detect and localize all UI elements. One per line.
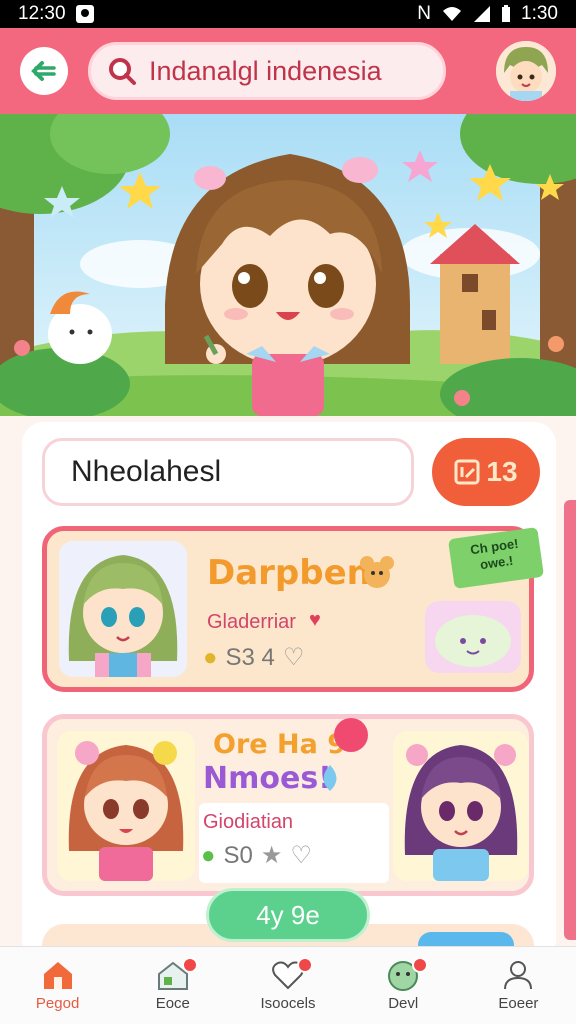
water-drop-icon: [323, 765, 337, 791]
fab-label: 4y 9e: [256, 899, 320, 930]
floating-action-button[interactable]: 4y 9e: [206, 888, 370, 942]
search-input[interactable]: Indanalgl indenesia: [88, 42, 446, 100]
nav-label-pet: Devl: [388, 995, 419, 1012]
back-arrow-icon: [31, 61, 56, 81]
home-icon: [43, 962, 72, 989]
card-2-avatar-right: [393, 731, 529, 881]
card-1-title: Darpben: [207, 553, 371, 593]
app-header: Indanalgl indenesia: [0, 28, 576, 114]
user-avatar[interactable]: [496, 41, 556, 101]
leaf-icon: ●: [203, 643, 218, 671]
card-2-subtitle: Giodiatian: [203, 811, 294, 833]
app-notification-icon: [75, 5, 94, 23]
card-2-title-line2: Nmoes!: [203, 761, 332, 796]
green-hair-character-icon: [68, 555, 178, 677]
hero-scene-image: [0, 114, 576, 416]
card-2-avatar-left: [57, 731, 195, 881]
title-input-value: Nheolahesl: [71, 455, 222, 488]
status-time-right: 1:30: [521, 3, 558, 24]
notification-badge-house: [182, 957, 199, 973]
card-1-stats-text: S3 4: [225, 643, 275, 671]
nav-item-favorites[interactable]: Isoocels: [230, 947, 345, 1024]
profile-icon: [504, 961, 533, 990]
bottom-navigation: Pegod Eoce Isoocels Devl Eoeer: [0, 946, 576, 1024]
signal-icon: [474, 6, 491, 22]
nav-label-house: Eoce: [155, 995, 190, 1012]
hero-illustration: [0, 114, 576, 416]
badge-burst-icon: [334, 718, 368, 752]
cloud-mascot-icon: [435, 615, 511, 667]
nav-item-pet[interactable]: Devl: [346, 947, 461, 1024]
title-input[interactable]: Nheolahesl: [42, 438, 414, 506]
nfc-icon: N: [417, 3, 432, 24]
nav-item-house[interactable]: Eoce: [115, 947, 230, 1024]
card-1-avatar: [59, 541, 187, 677]
card-2-stats: ● S0 ★ ♡: [201, 841, 312, 870]
nav-item-profile[interactable]: Eoeer: [461, 947, 576, 1024]
nav-item-home[interactable]: Pegod: [0, 947, 115, 1024]
card-1-subtitle: Gladerriar: [207, 611, 296, 633]
heart-icon: ♥: [309, 609, 321, 631]
purple-hair-character-icon: [404, 744, 518, 881]
notification-badge-pet: [412, 957, 429, 973]
nav-label-home: Pegod: [35, 995, 80, 1012]
nav-label-profile: Eoeer: [498, 995, 539, 1012]
card-1-cloud: [425, 601, 521, 673]
card-2-stats-text: S0: [223, 841, 253, 869]
like-heart-icon[interactable]: ♡: [283, 643, 305, 672]
document-edit-icon: [454, 459, 480, 485]
status-bar: 12:30 N 1:30: [0, 0, 576, 28]
notification-badge-favorites: [297, 957, 314, 973]
search-icon: [109, 58, 136, 85]
speech-bubble-icon: ●: [201, 841, 216, 869]
character-card-1[interactable]: Darpben Gladerriar ♥ ● S3 4 ♡ Ch poe! ow…: [42, 526, 545, 692]
like-heart-icon-2[interactable]: ♡: [290, 841, 312, 870]
status-time-left: 12:30: [18, 3, 66, 24]
avatar-character-icon: [496, 41, 556, 101]
create-action-button[interactable]: 13: [432, 438, 540, 506]
character-card-2[interactable]: Ore Ha 9 Nmoes! Giodiatian ● S0 ★ ♡: [42, 714, 534, 896]
search-text: Indanalgl indenesia: [149, 55, 382, 86]
battery-icon: [502, 5, 511, 22]
star-icon: ★: [260, 842, 283, 869]
card-1-sticker: Ch poe! owe.!: [447, 526, 545, 590]
side-scroll-rail[interactable]: [564, 500, 576, 940]
pink-dress-character-icon: [68, 741, 184, 881]
teddy-bear-icon: [360, 556, 394, 588]
wifi-icon: [443, 7, 462, 21]
create-action-label: 13: [486, 456, 518, 487]
nav-label-favorites: Isoocels: [260, 995, 316, 1012]
back-button[interactable]: [20, 47, 68, 95]
card-2-title-line1: Ore Ha 9: [213, 729, 346, 760]
card-1-stats: ● S3 4 ♡: [203, 643, 304, 672]
